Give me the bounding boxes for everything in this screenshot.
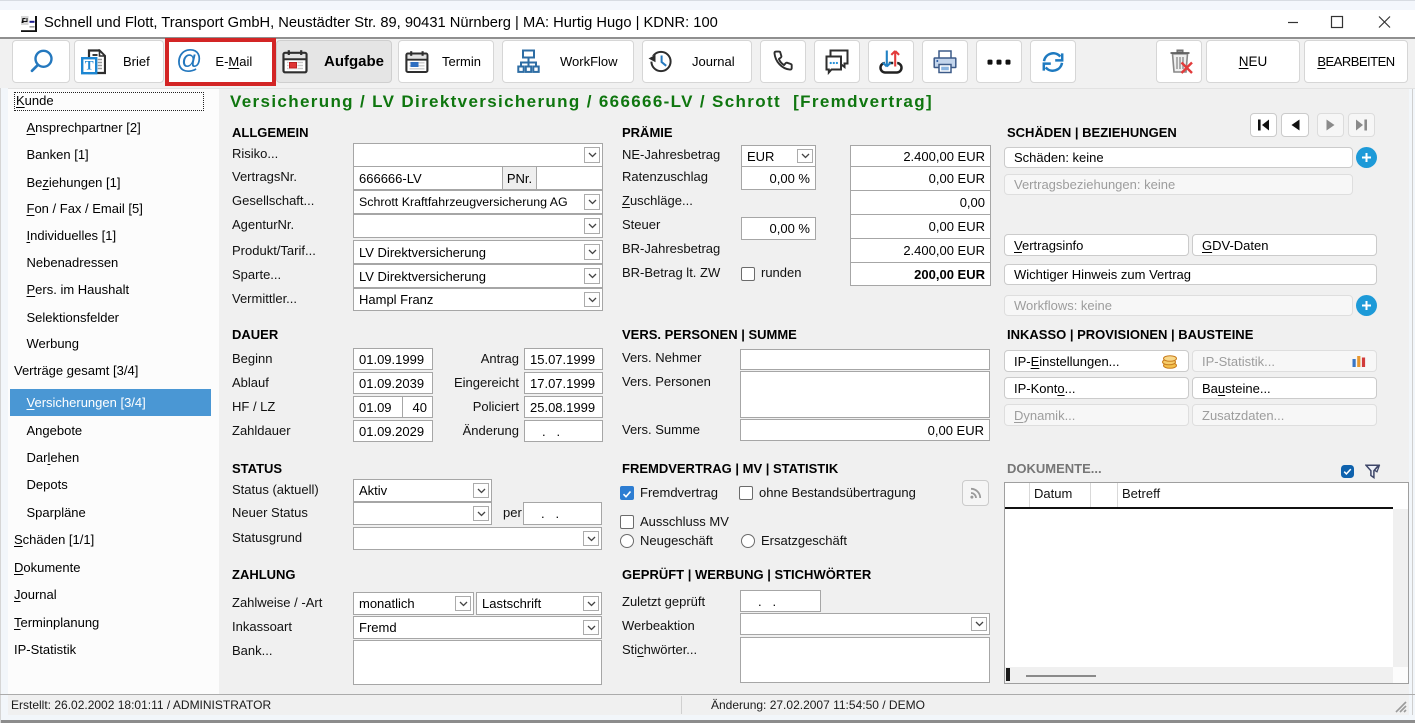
svg-text:T: T (85, 57, 94, 72)
